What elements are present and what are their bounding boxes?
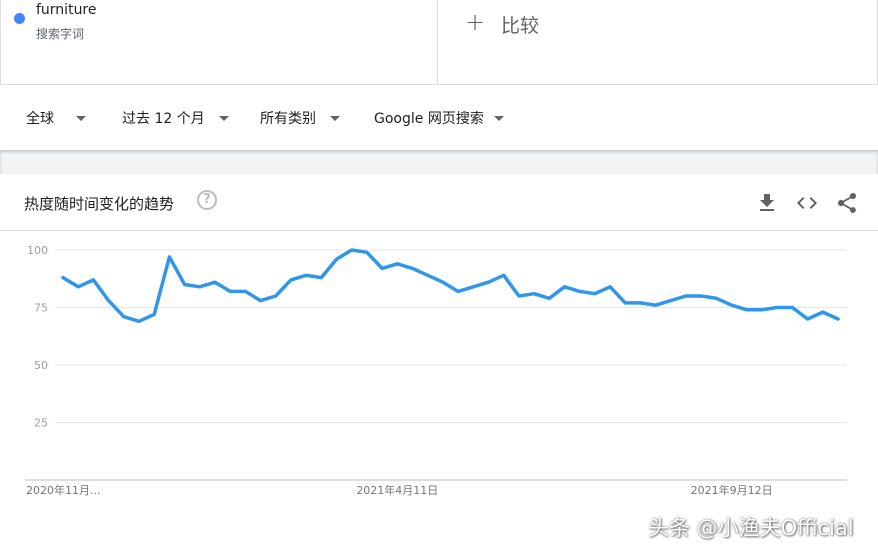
y-tick-label: 50	[34, 359, 48, 372]
chevron-down-icon	[330, 115, 340, 121]
region-dropdown[interactable]: 全球	[26, 108, 86, 128]
term-color-dot	[14, 13, 25, 24]
watermark-text: 头条 @小渔夫Official	[648, 516, 854, 540]
compare-button[interactable]: + 比较	[438, 0, 878, 85]
category-label: 所有类别	[260, 111, 316, 127]
trend-line-series	[61, 248, 840, 324]
y-tick-label: 75	[34, 302, 48, 315]
card-title: 热度随时间变化的趋势	[24, 195, 175, 213]
chevron-down-icon	[493, 115, 504, 121]
search-type-label: Google 网页搜索	[374, 111, 484, 127]
filter-bar: 全球 过去 12 个月 所有类别 Google 网页搜索	[0, 86, 878, 150]
compare-label: 比较	[501, 15, 540, 37]
trend-chart-svg: 25 50 75 100 2020年11月... 2021年4月11日 2021年9月12日	[25, 244, 847, 497]
interest-over-time-card: 热度随时间变化的趋势 ? 25 50 75 100 2020年11月... 2021年4月…	[0, 174, 878, 551]
share-icon[interactable]	[835, 191, 859, 215]
section-divider	[0, 150, 878, 174]
x-tick-label: 2021年9月12日	[691, 483, 773, 497]
time-range-label: 过去 12 个月	[122, 111, 205, 127]
y-tick-label: 100	[27, 244, 48, 257]
trend-chart[interactable]: 25 50 75 100 2020年11月... 2021年4月11日 2021年9月12日	[0, 230, 878, 551]
plus-icon: +	[465, 8, 486, 36]
category-dropdown[interactable]: 所有类别	[260, 108, 340, 128]
time-range-dropdown[interactable]: 过去 12 个月	[122, 108, 229, 128]
help-icon[interactable]: ?	[197, 190, 217, 210]
x-tick-label: 2021年4月11日	[356, 483, 438, 497]
search-term-card[interactable]: furniture 搜索字词	[0, 0, 438, 85]
chevron-down-icon	[218, 115, 229, 121]
term-name[interactable]: furniture	[36, 2, 97, 18]
region-label: 全球	[26, 111, 54, 127]
term-type: 搜索字词	[36, 27, 85, 41]
card-header: 热度随时间变化的趋势 ?	[0, 174, 878, 231]
search-terms-bar: furniture 搜索字词 + 比较	[0, 0, 878, 86]
x-tick-label: 2020年11月...	[26, 483, 100, 497]
embed-icon[interactable]	[795, 191, 819, 215]
chevron-down-icon	[76, 115, 86, 121]
y-tick-label: 25	[34, 417, 48, 430]
download-icon[interactable]	[755, 191, 779, 215]
search-type-dropdown[interactable]: Google 网页搜索	[374, 108, 504, 128]
